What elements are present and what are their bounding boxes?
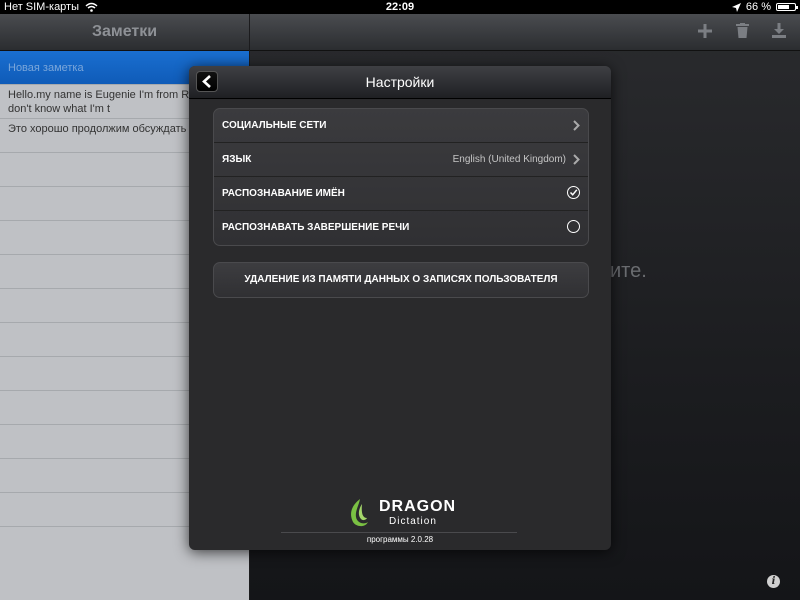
settings-popover: Настройки СОЦИАЛЬНЫЕ СЕТИ ЯЗЫК English (…	[189, 66, 611, 550]
chevron-right-icon	[573, 154, 580, 165]
plus-icon[interactable]	[698, 23, 712, 41]
delete-user-data-button[interactable]: УДАЛЕНИЕ ИЗ ПАМЯТИ ДАННЫХ О ЗАПИСЯХ ПОЛЬ…	[213, 262, 589, 298]
divider	[281, 532, 517, 533]
location-arrow-icon	[731, 2, 741, 12]
logo-subtitle: Dictation	[389, 516, 437, 527]
chevron-right-icon	[573, 120, 580, 131]
row-label: СОЦИАЛЬНЫЕ СЕТИ	[222, 120, 327, 131]
social-networks-row[interactable]: СОЦИАЛЬНЫЕ СЕТИ	[214, 109, 588, 143]
row-label: РАСПОЗНАВАТЬ ЗАВЕРШЕНИЕ РЕЧИ	[222, 222, 410, 233]
trash-icon[interactable]	[736, 23, 749, 41]
settings-title: Настройки	[365, 74, 435, 90]
end-of-speech-row[interactable]: РАСПОЗНАВАТЬ ЗАВЕРШЕНИЕ РЕЧИ	[214, 211, 588, 245]
clock: 22:09	[385, 1, 415, 13]
logo-wordmark: DRAGON	[379, 498, 457, 515]
download-icon[interactable]	[772, 23, 786, 41]
language-row[interactable]: ЯЗЫК English (United Kingdom)	[214, 143, 588, 177]
name-recognition-row[interactable]: РАСПОЗНАВАНИЕ ИМЁН	[214, 177, 588, 211]
row-label: РАСПОЗНАВАНИЕ ИМЁН	[222, 188, 345, 199]
row-label: ЯЗЫК	[222, 154, 252, 165]
notes-title: Заметки	[0, 14, 249, 51]
note-text: Это хорошо продолжим обсуждать при	[8, 123, 208, 135]
version-text: программы 2.0.28	[366, 535, 434, 544]
dragon-flame-icon	[351, 499, 368, 527]
info-icon[interactable]: i	[767, 575, 780, 588]
settings-header: Настройки	[189, 66, 611, 99]
status-bar: Нет SIM-карты 22:09 66 %	[0, 0, 800, 14]
editor-toolbar	[250, 14, 800, 51]
dragon-logo: DRAGON Dictation	[347, 498, 457, 528]
battery-icon	[776, 3, 798, 11]
language-value: English (United Kingdom)	[452, 154, 566, 165]
empty-radio-icon[interactable]	[567, 220, 580, 233]
checkmark-radio-icon[interactable]	[567, 186, 580, 199]
note-text: Новая заметка	[8, 62, 84, 74]
settings-group: СОЦИАЛЬНЫЕ СЕТИ ЯЗЫК English (United Kin…	[213, 108, 589, 246]
battery-percent: 66 %	[745, 1, 771, 13]
editor-hint-text: ите.	[610, 260, 647, 282]
